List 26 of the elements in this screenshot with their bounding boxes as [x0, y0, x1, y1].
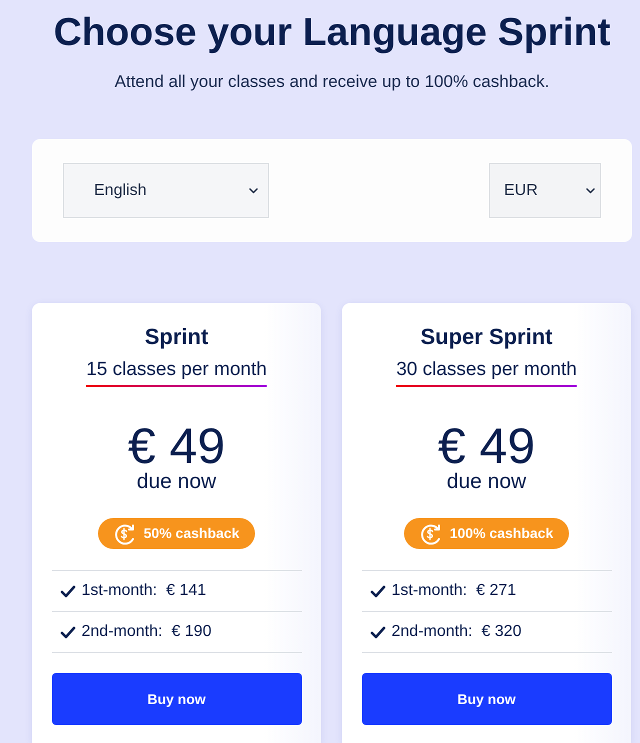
- language-select[interactable]: English: [63, 163, 269, 218]
- buy-button[interactable]: Buy now: [362, 673, 612, 725]
- payment-amount: € 141: [166, 581, 206, 601]
- page-title: Choose your Language Sprint: [54, 10, 610, 56]
- chevron-down-icon: [586, 188, 595, 194]
- cashback-badge: 50% cashback: [98, 518, 256, 549]
- payment-label: 2nd-month:: [392, 622, 472, 642]
- cashback-badge: 100% cashback: [404, 518, 570, 549]
- dollar-refresh-icon: [418, 522, 441, 544]
- payment-label: 1st-month:: [82, 581, 158, 601]
- payment-label: 1st-month:: [392, 581, 468, 601]
- payment-amount: € 320: [481, 622, 522, 642]
- buy-button[interactable]: Buy now: [52, 673, 302, 725]
- chevron-down-icon: [249, 188, 258, 194]
- payment-amount: € 271: [476, 581, 516, 601]
- currency-select[interactable]: EUR: [489, 163, 601, 218]
- check-icon: [370, 584, 386, 598]
- check-icon: [60, 584, 76, 598]
- check-icon: [60, 625, 76, 639]
- payment-amount: € 190: [171, 622, 212, 642]
- payment-label: 2nd-month:: [82, 622, 162, 642]
- page-subtitle: Attend all your classes and receive up to 100% cashback.: [114, 71, 550, 93]
- plan-name: Super Sprint: [420, 323, 552, 351]
- check-icon: [370, 625, 386, 639]
- dollar-refresh-icon: [112, 522, 135, 544]
- plan-name: Sprint: [144, 323, 208, 351]
